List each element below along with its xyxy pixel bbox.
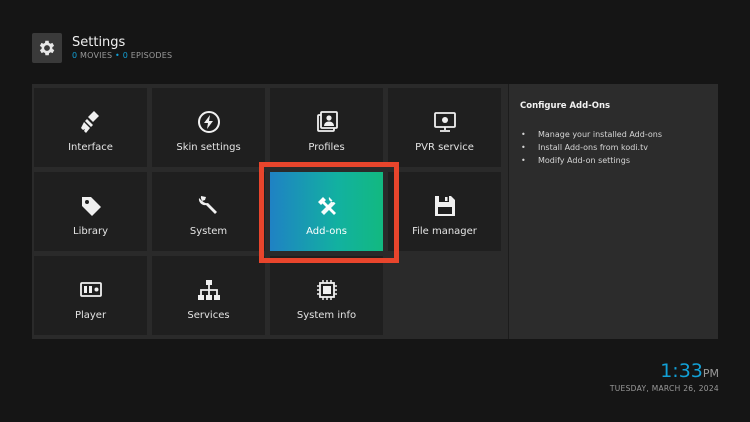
pvr-icon — [433, 111, 456, 132]
movies-label: MOVIES — [80, 51, 113, 60]
clock-time: 1:33PM — [660, 360, 719, 382]
list-item: • Manage your installed Add-ons — [521, 130, 662, 139]
tile-profiles[interactable]: Profiles — [270, 88, 383, 167]
info-list: • Manage your installed Add-ons • Install … — [521, 128, 662, 167]
tile-skin-settings[interactable]: Skin settings — [152, 88, 265, 167]
tile-file-manager[interactable]: File manager — [388, 172, 501, 251]
counts-separator: • — [115, 51, 120, 60]
tile-label: Services — [187, 309, 230, 321]
chip-icon — [316, 279, 337, 300]
page-title: Settings — [72, 35, 126, 50]
gear-icon — [39, 40, 55, 56]
network-icon — [197, 279, 220, 300]
list-item: • Install Add-ons from kodi.tv — [521, 143, 648, 152]
clock-ampm: PM — [702, 367, 719, 380]
tile-interface[interactable]: Interface — [34, 88, 147, 167]
tile-pvr-service[interactable]: PVR service — [388, 88, 501, 167]
player-icon — [79, 281, 102, 297]
settings-badge — [32, 33, 62, 63]
tile-player[interactable]: Player — [34, 256, 147, 335]
list-item: • Modify Add-on settings — [521, 156, 630, 165]
wrench-icon — [198, 195, 217, 214]
tile-label: Library — [73, 225, 108, 237]
tile-system-info[interactable]: System info — [270, 256, 383, 335]
tag-icon — [81, 196, 101, 216]
movies-count: 0 — [72, 51, 78, 60]
clock-date: TUESDAY, MARCH 26, 2024 — [609, 384, 719, 393]
tile-library[interactable]: Library — [34, 172, 147, 251]
tile-label: System — [189, 225, 228, 237]
clock: 1:33PM TUESDAY, MARCH 26, 2024 — [609, 360, 719, 394]
tile-label: Interface — [68, 141, 113, 153]
tile-label: Player — [74, 309, 107, 321]
tile-system[interactable]: System — [152, 172, 265, 251]
tile-services[interactable]: Services — [152, 256, 265, 335]
profiles-icon — [316, 110, 338, 132]
library-counts: 0 MOVIES • 0 EPISODES — [72, 52, 172, 60]
info-title: Configure Add-Ons — [520, 101, 611, 111]
tile-label: PVR service — [415, 141, 474, 153]
floppy-icon — [434, 195, 455, 216]
focus-highlight — [259, 162, 399, 263]
paintbrush-icon — [80, 110, 99, 133]
info-panel: Configure Add-Ons • Manage your installed… — [508, 84, 718, 339]
episodes-label: EPISODES — [130, 51, 173, 60]
skin-icon — [197, 110, 220, 133]
tile-label: File manager — [412, 225, 477, 237]
header: Settings 0 MOVIES • 0 EPISODES — [32, 32, 172, 64]
episodes-count: 0 — [122, 51, 128, 60]
tile-label: System info — [296, 309, 357, 321]
tile-label: Skin settings — [176, 141, 241, 153]
tile-label: Profiles — [308, 141, 345, 153]
